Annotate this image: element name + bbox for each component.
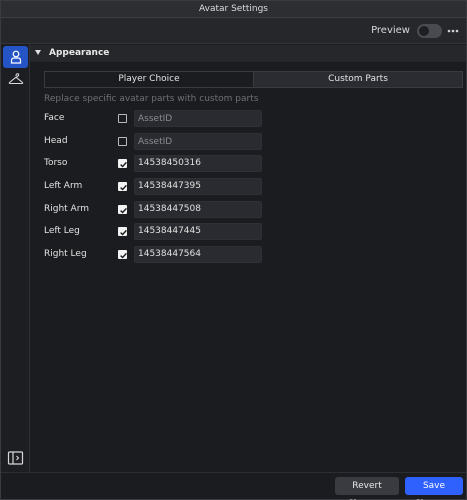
asset-id-input-left-arm[interactable]: 14538447395 — [134, 178, 262, 195]
settings-content: Appearance Player Choice Custom Parts Re… — [30, 44, 466, 472]
asset-id-input-face[interactable] — [134, 110, 262, 127]
part-checkbox-face[interactable] — [118, 114, 127, 123]
tab-player-choice[interactable]: Player Choice — [45, 72, 253, 87]
check-icon — [120, 207, 127, 214]
part-checkbox-right-arm[interactable] — [118, 205, 127, 214]
check-icon — [120, 229, 127, 236]
panel-toggle-button[interactable] — [7, 450, 24, 466]
tab-custom-parts[interactable]: Custom Parts — [253, 72, 462, 87]
part-label: Right Arm — [44, 204, 90, 214]
part-row-face: Face — [44, 110, 294, 127]
avatar-settings-window: Avatar Settings Preview Appearance Playe… — [0, 0, 467, 500]
save-changes-button[interactable]: Save Changes — [405, 477, 463, 500]
part-row-left-leg: Left Leg 14538447445 — [44, 223, 294, 240]
part-label: Head — [44, 136, 68, 146]
preview-toggle-knob — [419, 26, 429, 36]
preview-label: Preview — [371, 25, 410, 36]
check-icon — [120, 252, 127, 259]
person-icon — [10, 50, 21, 64]
part-label: Right Leg — [44, 249, 87, 259]
section-header-appearance[interactable]: Appearance — [30, 45, 466, 62]
revert-changes-button[interactable]: Revert Changes — [335, 477, 399, 500]
part-row-head: Head — [44, 133, 294, 150]
check-icon — [120, 184, 127, 191]
rail-item-avatar[interactable] — [3, 46, 28, 68]
footer-bar: Revert Changes Save Changes — [1, 472, 466, 500]
panel-toggle-icon — [7, 451, 24, 465]
part-row-left-arm: Left Arm 14538447395 — [44, 178, 294, 195]
part-checkbox-head[interactable] — [118, 137, 127, 146]
part-row-right-arm: Right Arm 14538447508 — [44, 201, 294, 218]
hint-text: Replace specific avatar parts with custo… — [44, 94, 259, 104]
part-checkbox-torso[interactable] — [118, 159, 127, 168]
part-checkbox-left-leg[interactable] — [118, 227, 127, 236]
asset-id-input-head[interactable] — [134, 133, 262, 150]
part-label: Left Leg — [44, 226, 80, 236]
part-row-torso: Torso 14538450316 — [44, 155, 294, 172]
more-horizontal-svg — [447, 29, 459, 33]
hanger-icon — [8, 73, 23, 85]
asset-id-input-torso[interactable]: 14538450316 — [134, 155, 262, 172]
part-checkbox-right-leg[interactable] — [118, 250, 127, 259]
asset-id-input-left-leg[interactable]: 14538447445 — [134, 223, 262, 240]
part-row-right-leg: Right Leg 14538447564 — [44, 246, 294, 263]
toolbar: Preview — [1, 18, 466, 44]
part-label: Torso — [44, 158, 68, 168]
left-rail — [1, 44, 30, 472]
check-icon — [120, 161, 127, 168]
preview-toggle[interactable] — [417, 24, 442, 38]
window-title: Avatar Settings — [1, 1, 466, 18]
part-label: Face — [44, 113, 65, 123]
asset-id-input-right-arm[interactable]: 14538447508 — [134, 201, 262, 218]
section-title: Appearance — [49, 48, 110, 58]
rail-item-clothing[interactable] — [3, 68, 28, 90]
part-label: Left Arm — [44, 181, 83, 191]
chevron-down-icon — [35, 50, 41, 55]
asset-id-input-right-leg[interactable]: 14538447564 — [134, 246, 262, 263]
part-checkbox-left-arm[interactable] — [118, 182, 127, 191]
tab-group: Player Choice Custom Parts — [44, 71, 463, 88]
